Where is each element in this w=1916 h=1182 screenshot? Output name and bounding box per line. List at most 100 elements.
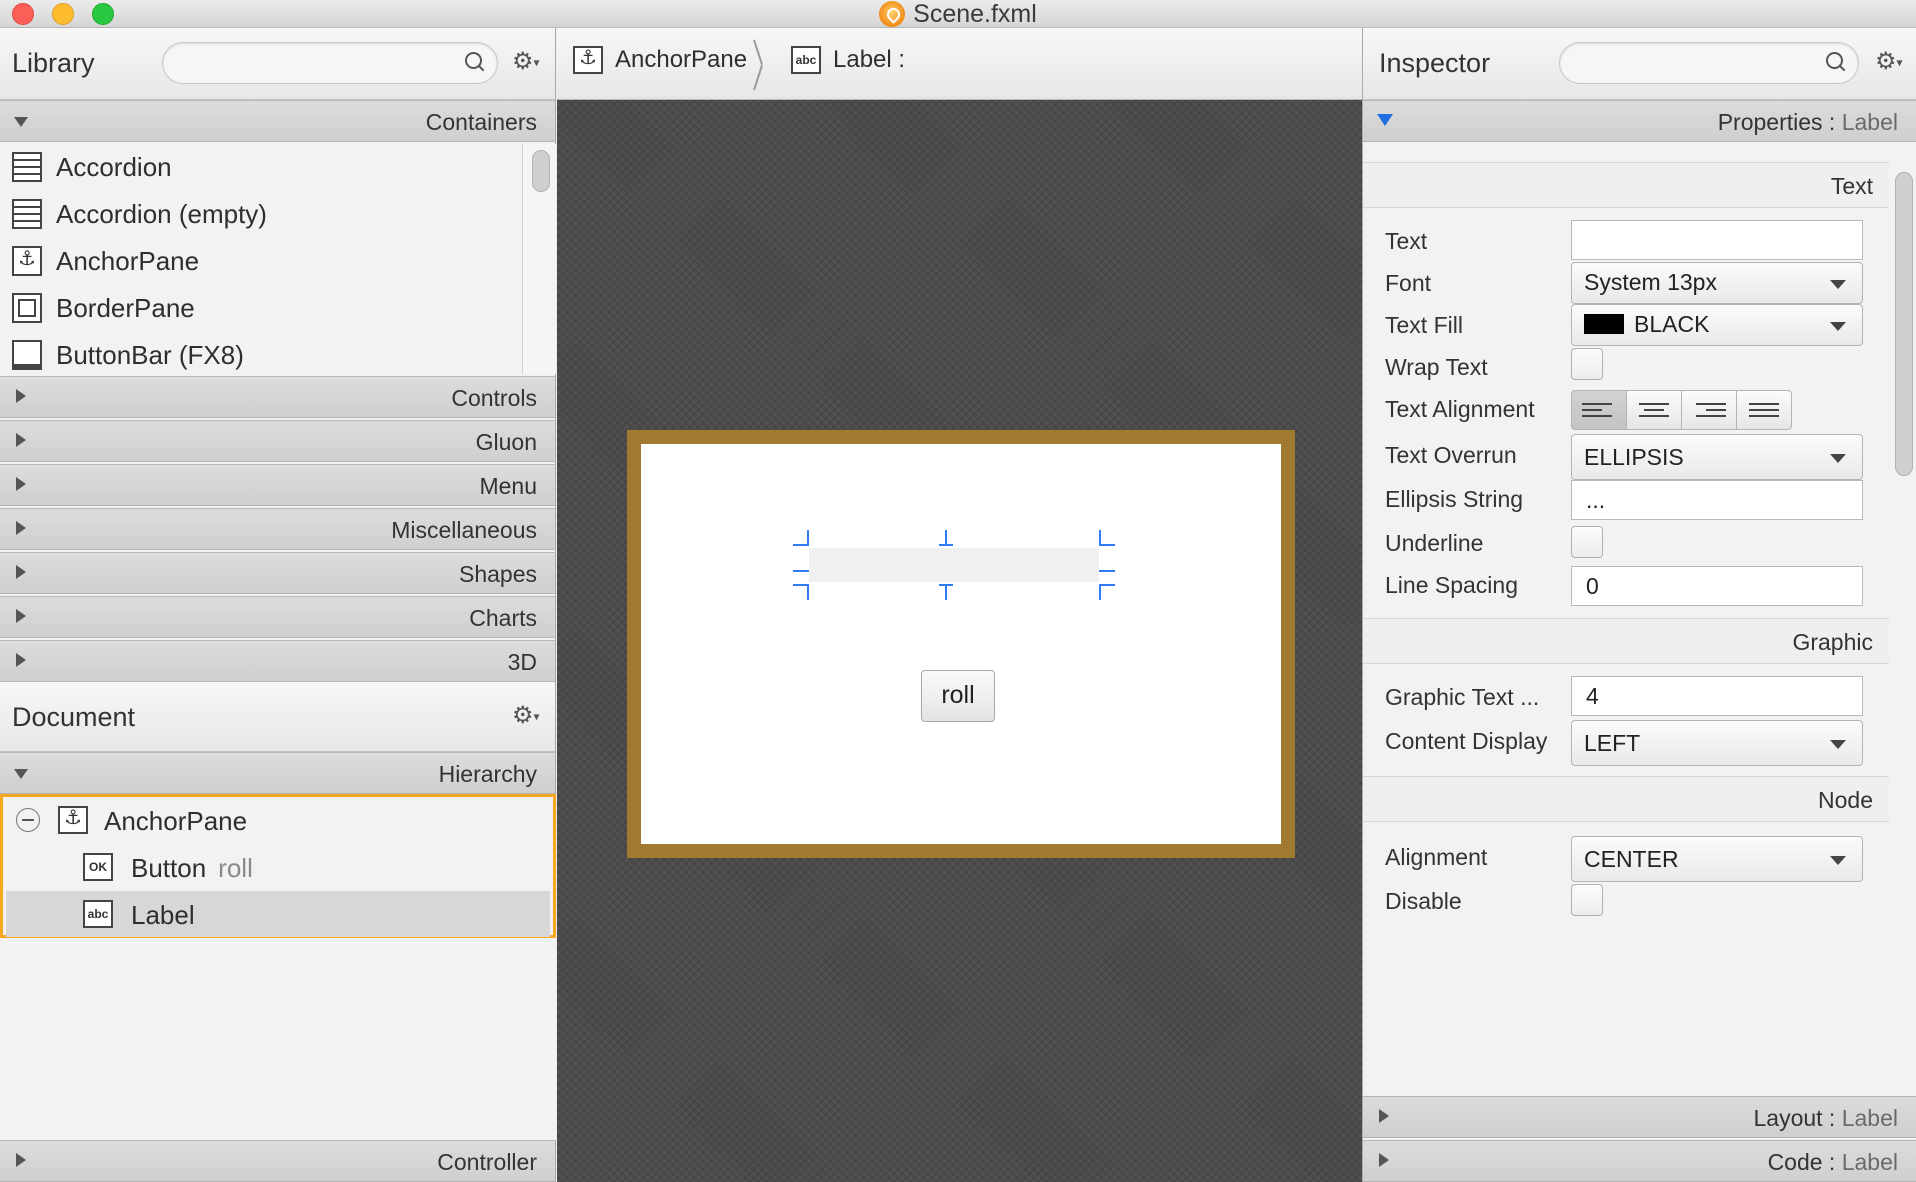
disclosure-collapsed-icon [16,609,26,623]
search-icon [1826,52,1846,72]
resize-handle-top-right[interactable] [1099,530,1115,546]
breadcrumb-item-anchorpane[interactable]: AnchorPane [573,46,747,74]
anchorpane-content[interactable]: roll [641,444,1281,844]
roll-button[interactable]: roll [921,670,995,722]
scene-builder-app-icon [879,1,906,27]
prop-label-text: Text [1385,228,1428,254]
library-item-label: BorderPane [56,293,195,323]
document-gear-menu-icon[interactable]: ⚙▾ [512,704,540,729]
group-header-node: Node [1363,776,1889,822]
collapse-icon[interactable] [16,808,40,832]
selected-label-node[interactable] [809,548,1099,582]
breadcrumb-item-label[interactable]: abc Label : [791,46,905,74]
text-alignment-segmented-control [1571,390,1792,430]
wrap-text-checkbox[interactable] [1571,348,1603,380]
disclosure-collapsed-icon [16,477,26,491]
prop-label-font: Font [1385,270,1432,296]
properties-header-label: Properties : Label [1717,109,1898,135]
disclosure-collapsed-icon [1379,1109,1389,1123]
graphic-text-gap-field[interactable]: 4 [1571,676,1863,716]
layout-section-header[interactable]: Layout : Label [1363,1096,1916,1138]
underline-checkbox[interactable] [1571,526,1603,558]
resize-handle-top-left[interactable] [793,530,809,546]
tree-row-label: AnchorPane [104,806,248,836]
align-center-button[interactable] [1626,390,1682,430]
prop-label-line-spacing: Line Spacing [1385,572,1518,598]
section-charts[interactable]: Charts [0,596,555,638]
tree-row-label: Label [131,900,195,930]
prop-label-ellipsis-string: Ellipsis String [1385,486,1524,512]
properties-section-header[interactable]: Properties : Label [1363,100,1916,142]
breadcrumb: AnchorPane abc Label : [557,28,1362,100]
resize-handle-right[interactable] [1099,558,1115,572]
accordion-icon [12,152,42,182]
document-title: Document [12,702,136,732]
library-item-list: Accordion Accordion (empty) AnchorPane B… [0,144,556,374]
content-display-select[interactable]: LEFT [1571,720,1863,766]
section-miscellaneous[interactable]: Miscellaneous [0,508,555,550]
prop-label-text-fill: Text Fill [1385,312,1463,338]
library-header: Library ⚙▾ [0,28,555,100]
section-menu[interactable]: Menu [0,464,555,506]
resize-handle-bottom-left[interactable] [793,584,809,600]
section-label: Gluon [475,429,537,455]
disclosure-expanded-icon [1377,114,1393,126]
library-item-borderpane[interactable]: BorderPane [0,285,520,331]
code-section-header[interactable]: Code : Label [1363,1140,1916,1182]
library-search-input[interactable] [162,42,498,84]
alignment-select[interactable]: CENTER [1571,836,1863,882]
library-gear-menu-icon[interactable]: ⚙▾ [512,50,540,75]
accordion-icon [12,199,42,229]
prop-label-alignment: Alignment [1385,844,1488,870]
inspector-search-input[interactable] [1559,42,1859,84]
library-scroll-thumb[interactable] [532,150,550,192]
anchorpane-selection-frame: roll [627,430,1295,858]
align-left-button[interactable] [1571,390,1627,430]
resize-handle-left[interactable] [793,558,809,572]
section-label: Controller [437,1149,537,1175]
inspector-gear-menu-icon[interactable]: ⚙▾ [1875,50,1903,75]
disclosure-expanded-icon [14,117,28,127]
section-controller[interactable]: Controller [0,1140,555,1182]
tree-row-button[interactable]: OK Button roll [6,844,550,890]
tree-row-label: Button roll [131,853,253,883]
resize-handle-bottom-right[interactable] [1099,584,1115,600]
buttonbar-icon [12,340,42,370]
section-controls[interactable]: Controls [0,376,555,418]
inspector-scrollbar[interactable] [1889,172,1916,1032]
text-fill-value: BLACK [1634,311,1710,337]
tree-row-label-selected[interactable]: abc Label [6,891,550,937]
line-spacing-field[interactable]: 0 [1571,566,1863,606]
library-item-anchorpane[interactable]: AnchorPane [0,238,520,284]
resize-handle-bottom[interactable] [945,584,947,600]
disable-checkbox[interactable] [1571,884,1603,916]
inspector-scroll-thumb[interactable] [1895,172,1913,476]
breadcrumb-label: Label : [833,46,906,73]
borderpane-icon [12,293,42,323]
font-picker[interactable]: System 13px [1571,262,1863,304]
disclosure-collapsed-icon [16,389,26,403]
library-scrollbar[interactable] [522,144,556,374]
library-title: Library [12,48,95,78]
group-header-graphic: Graphic [1363,618,1889,664]
library-item-accordion-empty[interactable]: Accordion (empty) [0,191,520,237]
align-right-button[interactable] [1681,390,1737,430]
ellipsis-string-field[interactable]: ... [1571,480,1863,520]
library-item-label: Accordion (empty) [56,199,267,229]
section-containers[interactable]: Containers [0,100,555,142]
design-canvas[interactable]: roll [557,100,1362,1182]
library-item-buttonbar[interactable]: ButtonBar (FX8) [0,332,520,378]
text-field[interactable] [1571,220,1863,260]
prop-label-underline: Underline [1385,530,1484,556]
align-justify-button[interactable] [1736,390,1792,430]
section-3d[interactable]: 3D [0,640,555,682]
prop-label-text-overrun: Text Overrun [1385,442,1517,468]
library-item-accordion[interactable]: Accordion [0,144,520,190]
text-fill-picker[interactable]: BLACK [1571,304,1863,346]
text-overrun-select[interactable]: ELLIPSIS [1571,434,1863,480]
section-hierarchy[interactable]: Hierarchy [0,752,555,794]
tree-row-anchorpane[interactable]: AnchorPane [6,797,550,843]
anchor-icon [12,246,42,276]
section-shapes[interactable]: Shapes [0,552,555,594]
section-gluon[interactable]: Gluon [0,420,555,462]
